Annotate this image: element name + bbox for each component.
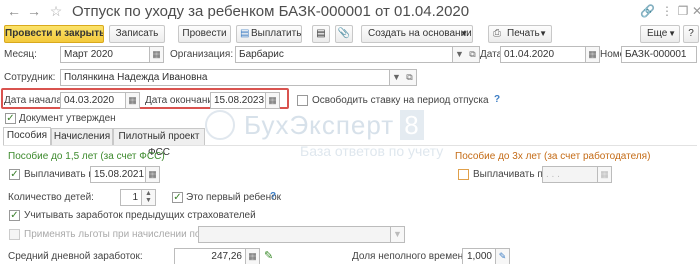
privileges-field[interactable] [198, 226, 391, 243]
open-icon[interactable]: ⧉ [466, 46, 480, 63]
approved-label: Документ утвержден [19, 113, 116, 124]
tab-benefits[interactable]: Пособия [3, 127, 51, 145]
help-icon[interactable]: ? [270, 191, 276, 202]
employer-pay-field[interactable]: . . . [542, 166, 598, 183]
watermark-tagline: База ответов по учету [300, 143, 444, 159]
calendar-icon[interactable]: ▦ [150, 46, 164, 63]
restore-window-icon[interactable]: ❐ [676, 4, 690, 18]
post-button[interactable]: Провести [178, 25, 231, 43]
chevron-down-icon[interactable]: ▼ [391, 226, 405, 243]
prev-insurers-checkbox[interactable]: ✓ [9, 210, 20, 221]
stepper-icon[interactable]: ▲ ▼ [142, 189, 156, 206]
first-child-label: Это первый ребенок [186, 192, 282, 203]
arrow-right-icon[interactable]: → [26, 3, 42, 19]
pay-button[interactable]: ▤ Выплатить [236, 25, 302, 43]
pay-until-field[interactable]: 15.08.2021 [90, 166, 146, 183]
part-time-label: Доля неполного времени: [352, 251, 472, 262]
part-time-field[interactable]: 1,000 [462, 248, 496, 264]
calendar-icon[interactable]: ▦ [586, 46, 600, 63]
children-count-field[interactable]: 1 [120, 189, 142, 206]
calendar-icon[interactable]: ▦ [266, 92, 280, 109]
create-based-on-button[interactable]: Создать на основании ▼ [361, 25, 473, 43]
organization-label: Организация: [170, 49, 234, 60]
number-field[interactable]: БАЗК-000001 [621, 46, 697, 63]
start-date-label: Дата начала: [4, 95, 65, 106]
printer-icon: ⎙ [493, 28, 501, 39]
create-based-on-label: Создать на основании [368, 28, 472, 39]
month-field[interactable]: Март 2020 [60, 46, 150, 63]
calculator-icon[interactable]: ▦ [246, 248, 260, 264]
tab-accruals[interactable]: Начисления [51, 128, 113, 145]
fss-section-title: Пособие до 1,5 лет (за счет ФСС) [8, 151, 165, 162]
employee-field[interactable]: Полянкина Надежда Ивановна [60, 69, 390, 86]
post-and-close-button[interactable]: Провести и закрыть [4, 25, 104, 43]
calendar-icon[interactable]: ▦ [146, 166, 160, 183]
pay-label: Выплатить [251, 28, 302, 39]
more-button[interactable]: Еще ▼ [640, 25, 680, 43]
chevron-down-icon[interactable]: ▼ [390, 69, 404, 86]
pencil-icon[interactable]: ✎ [264, 249, 273, 262]
pay-icon: ▤ [240, 28, 250, 39]
print-button[interactable]: ⎙ Печать ▼ [488, 25, 552, 43]
first-child-checkbox[interactable]: ✓ [172, 192, 183, 203]
pay-until-label: Выплачивать по [24, 169, 100, 180]
calendar-icon[interactable]: ▦ [598, 166, 612, 183]
watermark-brand: БухЭксперт [244, 110, 395, 140]
date-field[interactable]: 01.04.2020 [500, 46, 586, 63]
pay-until-checkbox[interactable]: ✓ [9, 169, 20, 180]
chevron-down-icon: ▼ [668, 29, 676, 38]
prev-insurers-label: Учитывать заработок предыдущих страховат… [24, 210, 256, 221]
end-date-field[interactable]: 15.08.2023 [210, 92, 266, 109]
window-title: Отпуск по уходу за ребенком БАЗК-000001 … [72, 3, 470, 20]
owl-logo-icon [205, 110, 235, 140]
more-vertical-icon[interactable]: ⋮ [660, 4, 674, 18]
close-icon[interactable]: ✕ [690, 4, 700, 18]
help-icon[interactable]: ? [494, 94, 500, 105]
more-label: Еще [647, 28, 668, 39]
month-label: Месяц: [4, 49, 37, 60]
print-label: Печать [507, 28, 540, 39]
chevron-down-icon: ▼ [539, 29, 547, 38]
tab-fss-pilot[interactable]: Пилотный проект ФСС [113, 128, 205, 158]
save-button[interactable]: Записать [109, 25, 165, 43]
link-icon[interactable]: 🔗 [640, 4, 655, 18]
watermark-digit: 8 [400, 110, 424, 140]
calendar-icon[interactable]: ▦ [126, 92, 140, 109]
employer-pay-checkbox[interactable] [458, 169, 469, 180]
start-date-field[interactable]: 04.03.2020 [60, 92, 126, 109]
employer-pay-label: Выплачивать по [473, 169, 549, 180]
edit-icon[interactable]: ✎ [496, 248, 510, 264]
star-icon[interactable]: ☆ [48, 3, 64, 19]
chevron-down-icon: ▼ [460, 29, 468, 38]
attachment-icon[interactable]: 📎 [335, 25, 353, 43]
privileges-checkbox[interactable] [9, 229, 20, 240]
help-button[interactable]: ? [683, 25, 699, 43]
open-icon[interactable]: ⧉ [403, 69, 417, 86]
employer-section-title: Пособие до 3х лет (за счет работодателя) [455, 151, 651, 162]
approved-checkbox[interactable]: ✓ [5, 113, 16, 124]
arrow-left-icon[interactable]: ← [6, 3, 22, 19]
avg-earnings-label: Средний дневной заработок: [8, 251, 143, 262]
employee-label: Сотрудник: [4, 72, 56, 83]
children-count-label: Количество детей: [8, 192, 94, 203]
document-icon[interactable]: ▤ [312, 25, 330, 43]
free-rate-checkbox[interactable] [297, 95, 308, 106]
free-rate-label: Освободить ставку на период отпуска [312, 95, 489, 106]
organization-field[interactable]: Барбарис [235, 46, 453, 63]
chevron-down-icon[interactable]: ▼ [453, 46, 467, 63]
avg-earnings-field[interactable]: 247,26 [174, 248, 246, 264]
